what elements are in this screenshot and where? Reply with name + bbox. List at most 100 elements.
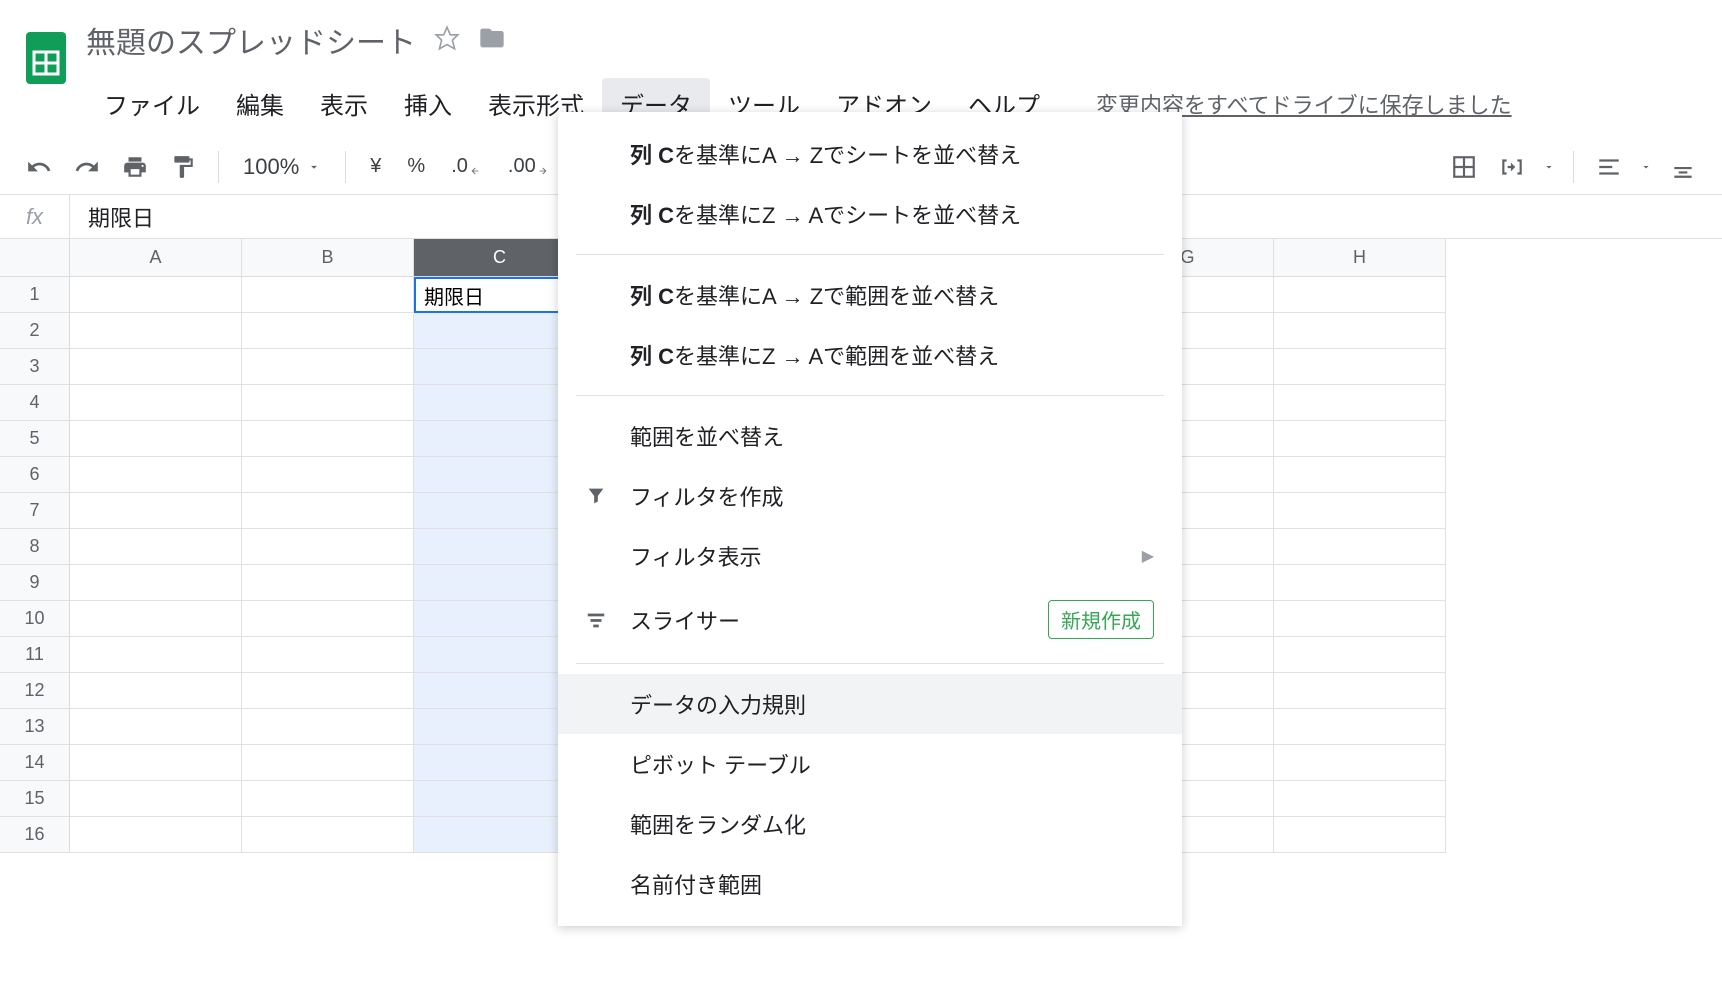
row-header[interactable]: 14 <box>0 745 69 781</box>
menu-pivot-table[interactable]: ピボット テーブル <box>558 734 1182 794</box>
cell[interactable] <box>70 349 242 385</box>
column-header-H[interactable]: H <box>1274 239 1446 277</box>
menu-create-filter[interactable]: フィルタを作成 <box>558 466 1182 526</box>
redo-button[interactable] <box>66 146 108 188</box>
decrease-decimal-button[interactable]: .0 <box>441 155 492 178</box>
select-all-corner[interactable] <box>0 239 69 277</box>
row-header[interactable]: 13 <box>0 709 69 745</box>
cell[interactable] <box>70 781 242 817</box>
row-header[interactable]: 15 <box>0 781 69 817</box>
cell[interactable] <box>242 349 414 385</box>
align-dropdown-icon[interactable] <box>1636 146 1656 188</box>
cell[interactable] <box>1274 673 1446 709</box>
cell[interactable] <box>1274 781 1446 817</box>
cell[interactable] <box>70 493 242 529</box>
sheets-logo[interactable] <box>18 20 74 96</box>
row-header[interactable]: 5 <box>0 421 69 457</box>
cell[interactable] <box>242 565 414 601</box>
menu-data-validation[interactable]: データの入力規則 <box>558 674 1182 734</box>
column-header-B[interactable]: B <box>242 239 414 277</box>
document-title[interactable]: 無題のスプレッドシート <box>86 12 416 68</box>
row-header[interactable]: 10 <box>0 601 69 637</box>
cell[interactable] <box>1274 421 1446 457</box>
menu-sort-range-az[interactable]: 列 C を基準にA → Zで範囲を並べ替え <box>558 265 1182 325</box>
column-header-A[interactable]: A <box>70 239 242 277</box>
row-header[interactable]: 6 <box>0 457 69 493</box>
row-header[interactable]: 4 <box>0 385 69 421</box>
horizontal-align-button[interactable] <box>1588 146 1630 188</box>
row-header[interactable]: 3 <box>0 349 69 385</box>
merge-dropdown-icon[interactable] <box>1539 146 1559 188</box>
cell[interactable] <box>1274 817 1446 853</box>
cell[interactable] <box>70 565 242 601</box>
menu-randomize-range[interactable]: 範囲をランダム化 <box>558 794 1182 854</box>
cell[interactable] <box>242 601 414 637</box>
vertical-align-button[interactable] <box>1662 146 1704 188</box>
cell[interactable] <box>242 637 414 673</box>
cell[interactable] <box>1274 457 1446 493</box>
cell[interactable] <box>1274 349 1446 385</box>
menu-sort-sheet-za[interactable]: 列 C を基準にZ → Aでシートを並べ替え <box>558 184 1182 244</box>
merge-cells-button[interactable] <box>1491 146 1533 188</box>
cell[interactable] <box>242 493 414 529</box>
cell[interactable] <box>70 529 242 565</box>
cell[interactable] <box>242 313 414 349</box>
cell[interactable] <box>1274 277 1446 313</box>
menu-sort-sheet-az[interactable]: 列 C を基準にA → Zでシートを並べ替え <box>558 124 1182 184</box>
cell[interactable] <box>70 601 242 637</box>
cell[interactable] <box>242 745 414 781</box>
cell[interactable] <box>70 673 242 709</box>
row-header[interactable]: 2 <box>0 313 69 349</box>
cell[interactable] <box>70 277 242 313</box>
cell[interactable] <box>1274 385 1446 421</box>
cell[interactable] <box>1274 493 1446 529</box>
menu-sort-range[interactable]: 範囲を並べ替え <box>558 406 1182 466</box>
cell[interactable] <box>242 817 414 853</box>
cell[interactable] <box>70 745 242 781</box>
cell[interactable] <box>242 421 414 457</box>
cell[interactable] <box>242 709 414 745</box>
cell[interactable] <box>70 709 242 745</box>
increase-decimal-button[interactable]: .00 <box>498 155 560 178</box>
print-button[interactable] <box>114 146 156 188</box>
percent-button[interactable]: % <box>397 155 435 178</box>
cell[interactable] <box>70 817 242 853</box>
menu-insert[interactable]: 挿入 <box>386 78 470 129</box>
menu-named-ranges[interactable]: 名前付き範囲 <box>558 854 1182 914</box>
menu-filter-views[interactable]: フィルタ表示 ▶ <box>558 526 1182 586</box>
row-header[interactable]: 9 <box>0 565 69 601</box>
cell[interactable] <box>1274 313 1446 349</box>
row-header[interactable]: 11 <box>0 637 69 673</box>
cell[interactable] <box>70 637 242 673</box>
cell[interactable] <box>1274 637 1446 673</box>
folder-icon[interactable] <box>478 24 506 57</box>
currency-button[interactable]: ¥ <box>360 155 391 178</box>
zoom-select[interactable]: 100% <box>233 154 331 180</box>
cell[interactable] <box>242 781 414 817</box>
menu-sort-range-za[interactable]: 列 C を基準にZ → Aで範囲を並べ替え <box>558 325 1182 385</box>
cell[interactable] <box>242 673 414 709</box>
cell[interactable] <box>1274 601 1446 637</box>
menu-file[interactable]: ファイル <box>86 78 218 129</box>
row-header[interactable]: 12 <box>0 673 69 709</box>
star-icon[interactable] <box>434 25 460 56</box>
row-header[interactable]: 16 <box>0 817 69 853</box>
cell[interactable] <box>242 529 414 565</box>
cell[interactable] <box>1274 709 1446 745</box>
menu-edit[interactable]: 編集 <box>218 78 302 129</box>
row-header[interactable]: 1 <box>0 277 69 313</box>
row-header[interactable]: 7 <box>0 493 69 529</box>
borders-button[interactable] <box>1443 146 1485 188</box>
cell[interactable] <box>70 385 242 421</box>
row-header[interactable]: 8 <box>0 529 69 565</box>
cell[interactable] <box>70 421 242 457</box>
cell[interactable] <box>70 313 242 349</box>
cell[interactable] <box>1274 745 1446 781</box>
cell[interactable] <box>242 457 414 493</box>
cell[interactable] <box>70 457 242 493</box>
menu-slicer[interactable]: スライサー 新規作成 <box>558 586 1182 653</box>
cell[interactable] <box>1274 529 1446 565</box>
cell[interactable] <box>242 385 414 421</box>
undo-button[interactable] <box>18 146 60 188</box>
cell[interactable] <box>1274 565 1446 601</box>
